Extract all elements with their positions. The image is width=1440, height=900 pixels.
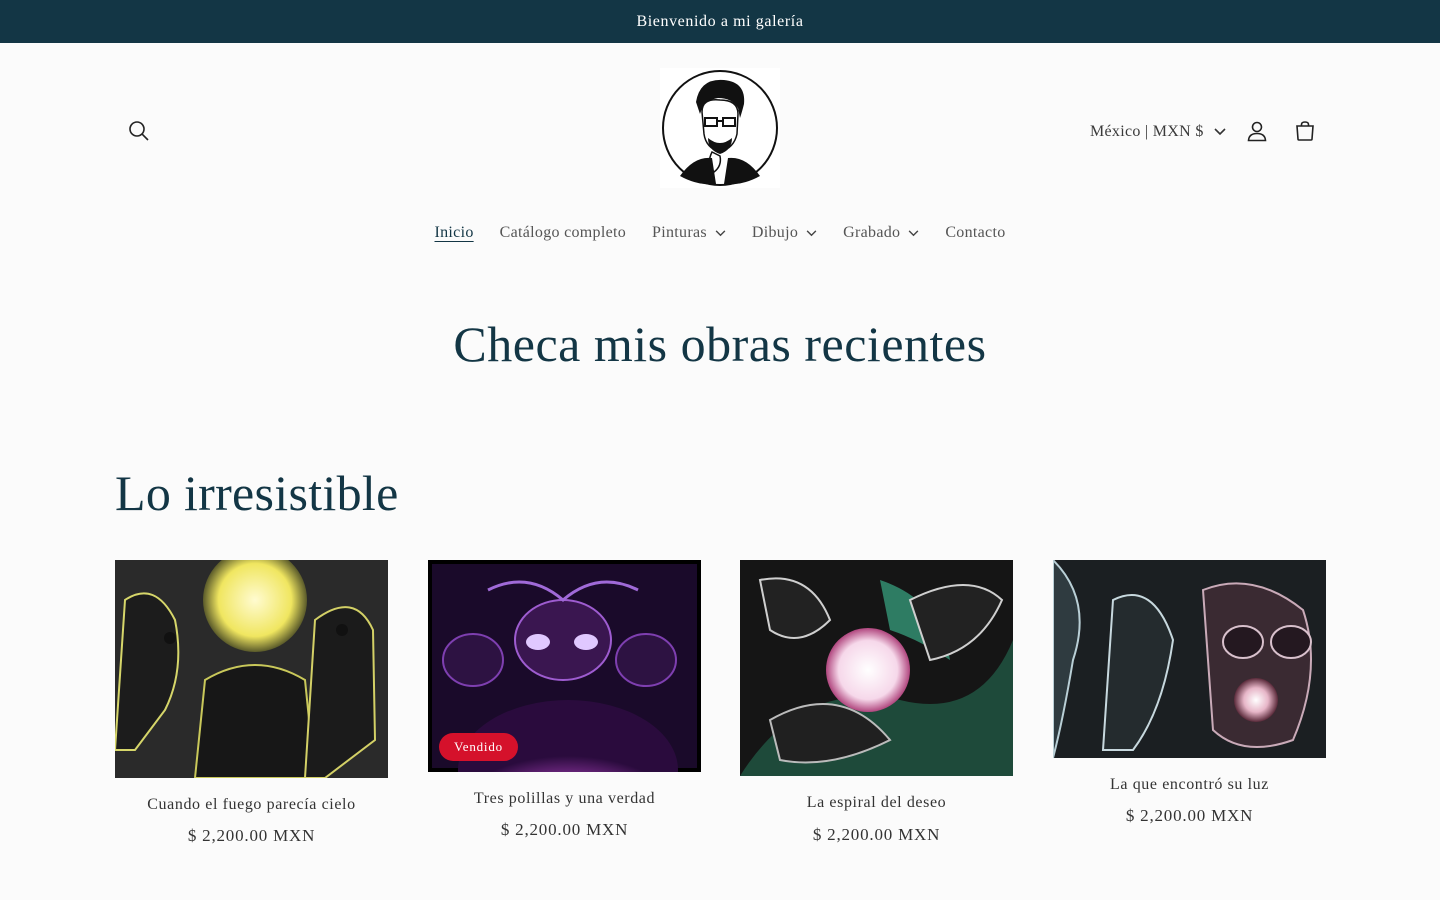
- announcement-bar: Bienvenido a mi galería: [0, 0, 1440, 43]
- search-icon: [129, 121, 149, 141]
- nav-item-grabado[interactable]: Grabado: [830, 216, 932, 250]
- product-card[interactable]: Vendido Tres polillas y una verdad $ 2,2…: [428, 560, 701, 860]
- nav-item-inicio[interactable]: Inicio: [422, 216, 487, 250]
- chevron-down-icon: [908, 229, 919, 236]
- locale-label: México | MXN $: [1090, 123, 1204, 140]
- main-navigation: Inicio Catálogo completo Pinturas Dibujo…: [0, 216, 1440, 250]
- account-button[interactable]: [1235, 109, 1279, 153]
- product-card[interactable]: Cuando el fuego parecía cielo $ 2,200.00…: [115, 560, 388, 860]
- collection-title: Lo irresistible: [115, 465, 399, 521]
- cart-icon: [1296, 121, 1314, 141]
- chevron-down-icon: [1214, 128, 1226, 136]
- nav-item-label: Inicio: [434, 224, 474, 241]
- product-card[interactable]: La espiral del deseo $ 2,200.00 MXN: [740, 560, 1013, 860]
- cart-button[interactable]: [1283, 109, 1327, 153]
- nav-item-dibujo[interactable]: Dibujo: [739, 216, 830, 250]
- nav-item-label: Pinturas: [652, 224, 707, 241]
- user-icon: [1247, 121, 1267, 142]
- product-price: $ 2,200.00 MXN: [812, 825, 941, 844]
- product-title[interactable]: Tres polillas y una verdad: [428, 790, 701, 808]
- site-logo[interactable]: [660, 68, 780, 188]
- country-currency-selector[interactable]: México | MXN $: [1090, 118, 1226, 146]
- product-price: $ 2,200.00 MXN: [187, 826, 316, 845]
- product-image[interactable]: [740, 560, 1013, 776]
- product-image[interactable]: [115, 560, 388, 778]
- product-price: $ 2,200.00 MXN: [1125, 806, 1254, 825]
- page-title: Checa mis obras recientes: [453, 316, 987, 372]
- product-card[interactable]: La que encontró su luz $ 2,200.00 MXN: [1053, 560, 1326, 860]
- product-title[interactable]: Cuando el fuego parecía cielo: [115, 796, 388, 814]
- nav-item-label: Grabado: [843, 224, 901, 241]
- nav-item-label: Contacto: [945, 224, 1006, 241]
- search-button[interactable]: [117, 109, 161, 153]
- announcement-text: Bienvenido a mi galería: [636, 12, 804, 30]
- artist-portrait-logo: [660, 68, 780, 188]
- nav-item-label: Dibujo: [751, 224, 799, 241]
- nav-item-pinturas[interactable]: Pinturas: [639, 216, 739, 250]
- product-title[interactable]: La que encontró su luz: [1053, 776, 1326, 794]
- nav-item-contacto[interactable]: Contacto: [932, 216, 1018, 250]
- product-price: $ 2,200.00 MXN: [500, 820, 629, 839]
- chevron-down-icon: [715, 229, 726, 236]
- sold-badge: Vendido: [439, 733, 518, 761]
- nav-item-label: Catálogo completo: [499, 224, 627, 241]
- product-title[interactable]: La espiral del deseo: [740, 794, 1013, 812]
- nav-item-catalogo[interactable]: Catálogo completo: [487, 216, 639, 250]
- product-image[interactable]: [1053, 560, 1326, 758]
- chevron-down-icon: [806, 229, 817, 236]
